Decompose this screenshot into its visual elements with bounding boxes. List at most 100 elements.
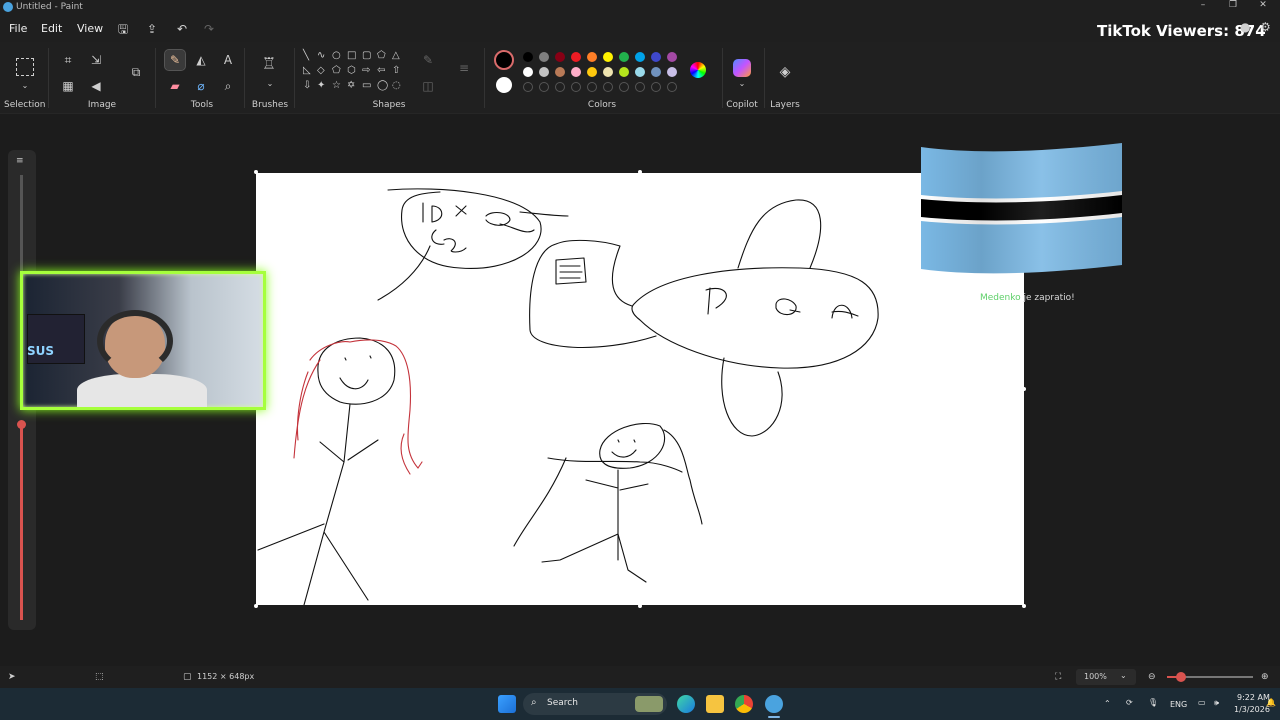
settings-gear-icon[interactable]: ⚙ <box>1260 20 1271 34</box>
microphone-icon[interactable]: 🎙 <box>1148 698 1158 707</box>
fill-bucket-icon[interactable]: ◭ <box>193 52 209 68</box>
account-icon[interactable]: ● <box>1240 20 1250 34</box>
zoom-slider-thumb[interactable] <box>1176 672 1186 682</box>
chrome-icon[interactable] <box>735 695 753 713</box>
primary-color-swatch[interactable] <box>494 50 514 70</box>
canvas-resize-handle[interactable] <box>638 170 642 174</box>
canvas-resize-handle[interactable] <box>1022 387 1026 391</box>
menu-file[interactable]: File <box>9 22 27 35</box>
shape-fill-icon[interactable]: ◫ <box>420 78 436 94</box>
color-swatch[interactable] <box>587 67 597 77</box>
five-point-star-shape-icon[interactable]: ☆ <box>332 80 341 91</box>
hexagon-shape-icon[interactable]: ⬡ <box>347 65 356 76</box>
slider-thumb[interactable] <box>17 420 26 429</box>
copilot-icon[interactable] <box>733 59 751 77</box>
color-swatch[interactable] <box>603 67 613 77</box>
custom-color-slot[interactable] <box>539 82 549 92</box>
color-swatch[interactable] <box>571 67 581 77</box>
taskbar-search[interactable]: ⌕ Search <box>523 693 667 715</box>
notification-bell-icon[interactable]: 🔔 <box>1266 698 1276 707</box>
custom-color-slot[interactable] <box>667 82 677 92</box>
right-arrow-shape-icon[interactable]: ⇨ <box>362 65 370 76</box>
custom-color-slot[interactable] <box>571 82 581 92</box>
outline-icon[interactable]: ✎ <box>420 52 436 68</box>
canvas-resize-handle[interactable] <box>638 604 642 608</box>
copilot-dropdown-icon[interactable]: ⌄ <box>734 76 750 92</box>
canvas-resize-handle[interactable] <box>1022 604 1026 608</box>
brush-dropdown-icon[interactable]: ⌄ <box>262 76 278 92</box>
text-tool-icon[interactable]: A <box>220 52 236 68</box>
left-arrow-shape-icon[interactable]: ⇦ <box>377 65 385 76</box>
selection-dropdown-icon[interactable]: ⌄ <box>17 78 33 94</box>
magnifier-icon[interactable]: ⌕ <box>220 78 236 94</box>
paint-taskbar-icon[interactable] <box>765 695 783 713</box>
custom-color-slot[interactable] <box>635 82 645 92</box>
edit-colors-icon[interactable] <box>690 62 706 78</box>
undo-icon[interactable]: ↶ <box>173 20 191 38</box>
resize-icon[interactable]: ⇲ <box>88 52 104 68</box>
pentagon-shape-icon[interactable]: ⬠ <box>332 65 341 76</box>
brush-icon[interactable]: ♖ <box>261 56 277 72</box>
image-select-icon[interactable]: ▦ <box>60 78 76 94</box>
line-shape-icon[interactable]: ╲ <box>303 50 309 61</box>
custom-color-slot[interactable] <box>651 82 661 92</box>
clock-date[interactable]: 1/3/2026 <box>1234 705 1270 714</box>
redo-icon[interactable]: ↷ <box>200 20 218 38</box>
minimize-button[interactable]: – <box>1188 0 1218 14</box>
maximize-button[interactable]: ❐ <box>1218 0 1248 14</box>
color-swatch[interactable] <box>651 52 661 62</box>
volume-icon[interactable]: 🕪 <box>1214 698 1219 708</box>
menu-edit[interactable]: Edit <box>41 22 62 35</box>
pencil-icon[interactable]: ✎ <box>164 49 186 71</box>
file-explorer-icon[interactable] <box>706 695 724 713</box>
windows-start-icon[interactable] <box>498 695 516 713</box>
custom-color-slot[interactable] <box>619 82 629 92</box>
zoom-dropdown[interactable]: 100% ⌄ <box>1076 669 1136 685</box>
shape-size-icon[interactable]: ≡ <box>456 60 472 76</box>
four-point-star-shape-icon[interactable]: ✦ <box>317 80 325 91</box>
color-swatch[interactable] <box>619 52 629 62</box>
curve-shape-icon[interactable]: ∿ <box>317 50 325 61</box>
color-swatch[interactable] <box>667 52 677 62</box>
canvas-resize-handle[interactable] <box>254 170 258 174</box>
menu-view[interactable]: View <box>77 22 103 35</box>
selection-icon[interactable] <box>16 58 34 76</box>
color-swatch[interactable] <box>523 52 533 62</box>
custom-color-slot[interactable] <box>603 82 613 92</box>
network-icon[interactable]: ▭ <box>1198 698 1206 707</box>
color-swatch[interactable] <box>635 52 645 62</box>
layers-icon[interactable]: ◈ <box>777 64 793 80</box>
drawing-canvas[interactable] <box>256 173 1024 605</box>
callout-cloud-shape-icon[interactable]: ◌ <box>392 80 401 91</box>
fit-to-window-icon[interactable]: ⛶ <box>1055 672 1061 682</box>
color-swatch[interactable] <box>555 67 565 77</box>
callout-oval-shape-icon[interactable]: ◯ <box>377 80 388 91</box>
background-removal-icon[interactable]: ⧉ <box>128 64 144 80</box>
six-point-star-shape-icon[interactable]: ✡ <box>347 80 355 91</box>
rectangle-shape-icon[interactable]: □ <box>347 50 356 61</box>
custom-color-slot[interactable] <box>587 82 597 92</box>
language-indicator[interactable]: ENG <box>1170 700 1187 709</box>
color-swatch[interactable] <box>523 67 533 77</box>
custom-color-slot[interactable] <box>555 82 565 92</box>
right-triangle-shape-icon[interactable]: ◺ <box>303 65 311 76</box>
save-icon[interactable]: 🖫 <box>114 20 132 38</box>
down-arrow-shape-icon[interactable]: ⇩ <box>303 80 311 91</box>
color-swatch[interactable] <box>539 52 549 62</box>
color-swatch[interactable] <box>619 67 629 77</box>
custom-color-slot[interactable] <box>523 82 533 92</box>
color-swatch[interactable] <box>571 52 581 62</box>
polygon-shape-icon[interactable]: ⬠ <box>377 50 386 61</box>
canvas-resize-handle[interactable] <box>254 604 258 608</box>
rotate-icon[interactable]: ◀ <box>88 78 104 94</box>
zoom-slider[interactable] <box>1167 672 1253 682</box>
color-swatch[interactable] <box>555 52 565 62</box>
sync-icon[interactable]: ⟳ <box>1126 698 1133 707</box>
color-swatch[interactable] <box>587 52 597 62</box>
zoom-in-icon[interactable]: ⊕ <box>1261 672 1269 682</box>
callout-rect-shape-icon[interactable]: ▭ <box>362 80 371 91</box>
edge-browser-icon[interactable] <box>677 695 695 713</box>
color-swatch[interactable] <box>635 67 645 77</box>
color-swatch[interactable] <box>667 67 677 77</box>
zoom-out-icon[interactable]: ⊖ <box>1148 672 1156 682</box>
